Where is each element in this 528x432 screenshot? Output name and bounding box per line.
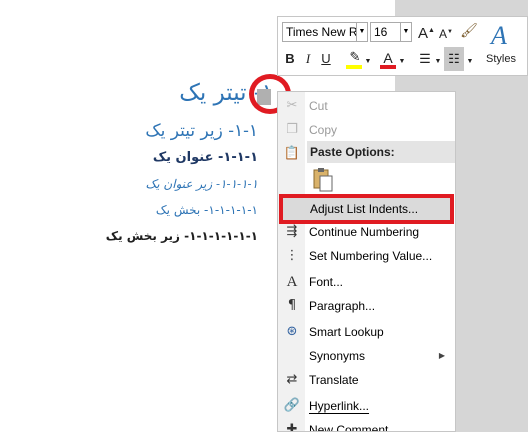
font-size-box[interactable]: 16 ▼ — [370, 22, 412, 42]
menu-item-translate[interactable]: ⇄ Translate — [278, 368, 455, 392]
chevron-down-icon[interactable]: ▼ — [434, 53, 442, 71]
hyperlink-icon: 🔗 — [283, 398, 301, 413]
smart-lookup-icon: ⊛ — [286, 324, 298, 339]
scissors-icon: ✂ — [286, 98, 298, 113]
shrink-font-icon[interactable]: A▼ — [438, 23, 454, 43]
heading-4: ١-١-١-١- زیر عنوان یک — [145, 177, 258, 191]
font-name-box[interactable]: Times New Ro ▼ — [282, 22, 368, 42]
menu-item-label: Font... — [309, 275, 344, 289]
menu-item-label: Cut — [309, 99, 328, 113]
menu-item-label: Translate — [309, 373, 359, 387]
highlight-color-bar — [346, 65, 362, 69]
set-numbering-icon: ⋮ — [285, 248, 299, 263]
menu-item-new-comment[interactable]: ✚ New Comment — [278, 418, 455, 432]
bullets-icon[interactable]: ☰ — [416, 50, 434, 68]
styles-icon[interactable]: A — [491, 21, 507, 51]
paste-options-label: Paste Options: — [310, 145, 395, 159]
chevron-down-icon[interactable]: ▼ — [364, 53, 372, 71]
menu-item-copy[interactable]: ❐ Copy — [278, 118, 455, 142]
numbering-icon[interactable]: ☷ — [445, 50, 463, 68]
translate-icon: ⇄ — [286, 372, 298, 387]
menu-item-set-numbering-value[interactable]: ⋮ Set Numbering Value... — [278, 244, 455, 268]
mini-toolbar: Times New Ro ▼ 16 ▼ A▲ A▼ 🖌 B I U ✎ ▼ A … — [277, 16, 528, 76]
font-size-value: 16 — [374, 25, 388, 39]
heading-5: ١-١-١-١-١- بخش یک — [155, 203, 258, 217]
menu-item-label: Paragraph... — [309, 299, 376, 313]
menu-item-label: Synonyms — [309, 349, 366, 363]
underline-button[interactable]: U — [320, 50, 332, 68]
menu-item-hyperlink[interactable]: 🔗 Hyperlink... — [278, 394, 455, 418]
format-painter-icon[interactable]: 🖌 — [460, 21, 478, 39]
paragraph-icon: ¶ — [287, 298, 297, 313]
bold-button[interactable]: B — [284, 50, 296, 68]
chevron-right-icon: ▶ — [438, 351, 445, 360]
chevron-down-icon[interactable]: ▼ — [356, 23, 367, 41]
menu-item-font[interactable]: A Font... — [278, 270, 455, 294]
font-color-bar — [380, 65, 396, 69]
font-icon: A — [286, 274, 298, 290]
menu-item-label: Hyperlink... — [309, 399, 370, 413]
chevron-down-icon[interactable]: ▼ — [398, 53, 406, 71]
paste-icon: 📋 — [283, 146, 301, 161]
comment-icon: ✚ — [286, 422, 298, 432]
context-menu: ✂ Cut ❐ Copy 📋 Paste Options: Adjust Lis… — [277, 91, 456, 432]
menu-item-label: New Comment — [309, 423, 389, 432]
heading-6: ١-١-١-١-١-١- زیر بخش یک — [105, 229, 258, 243]
menu-item-label: Smart Lookup — [309, 325, 384, 339]
paste-options-header: Paste Options: — [307, 141, 455, 163]
chevron-down-icon[interactable]: ▼ — [466, 53, 474, 71]
highlighter-icon[interactable]: ✎ — [346, 48, 364, 66]
menu-item-synonyms[interactable]: Synonyms ▶ — [278, 344, 455, 368]
grow-font-icon[interactable]: A▲ — [418, 22, 435, 43]
menu-item-smart-lookup[interactable]: ⊛ Smart Lookup — [278, 320, 455, 344]
font-name-value: Times New Ro — [286, 25, 365, 39]
styles-label[interactable]: Styles — [486, 53, 516, 65]
copy-icon: ❐ — [286, 122, 298, 137]
menu-item-label: Adjust List Indents... — [310, 202, 419, 216]
menu-item-paragraph[interactable]: ¶ Paragraph... — [278, 294, 455, 318]
continue-numbering-icon: ⇶ — [286, 224, 298, 239]
menu-item-label: Set Numbering Value... — [309, 249, 433, 263]
menu-item-continue-numbering[interactable]: ⇶ Continue Numbering — [278, 220, 455, 244]
italic-button[interactable]: I — [302, 50, 314, 68]
menu-item-cut[interactable]: ✂ Cut — [278, 94, 455, 118]
heading-3: ١-١-١- عنوان یک — [152, 150, 258, 165]
menu-item-label: Copy — [309, 123, 338, 137]
heading-2: ١-١- زیر تیتر یک — [145, 121, 258, 141]
paste-keep-text-only-icon[interactable] — [312, 167, 334, 193]
menu-item-label: Continue Numbering — [309, 225, 420, 239]
chevron-down-icon[interactable]: ▼ — [400, 23, 411, 41]
